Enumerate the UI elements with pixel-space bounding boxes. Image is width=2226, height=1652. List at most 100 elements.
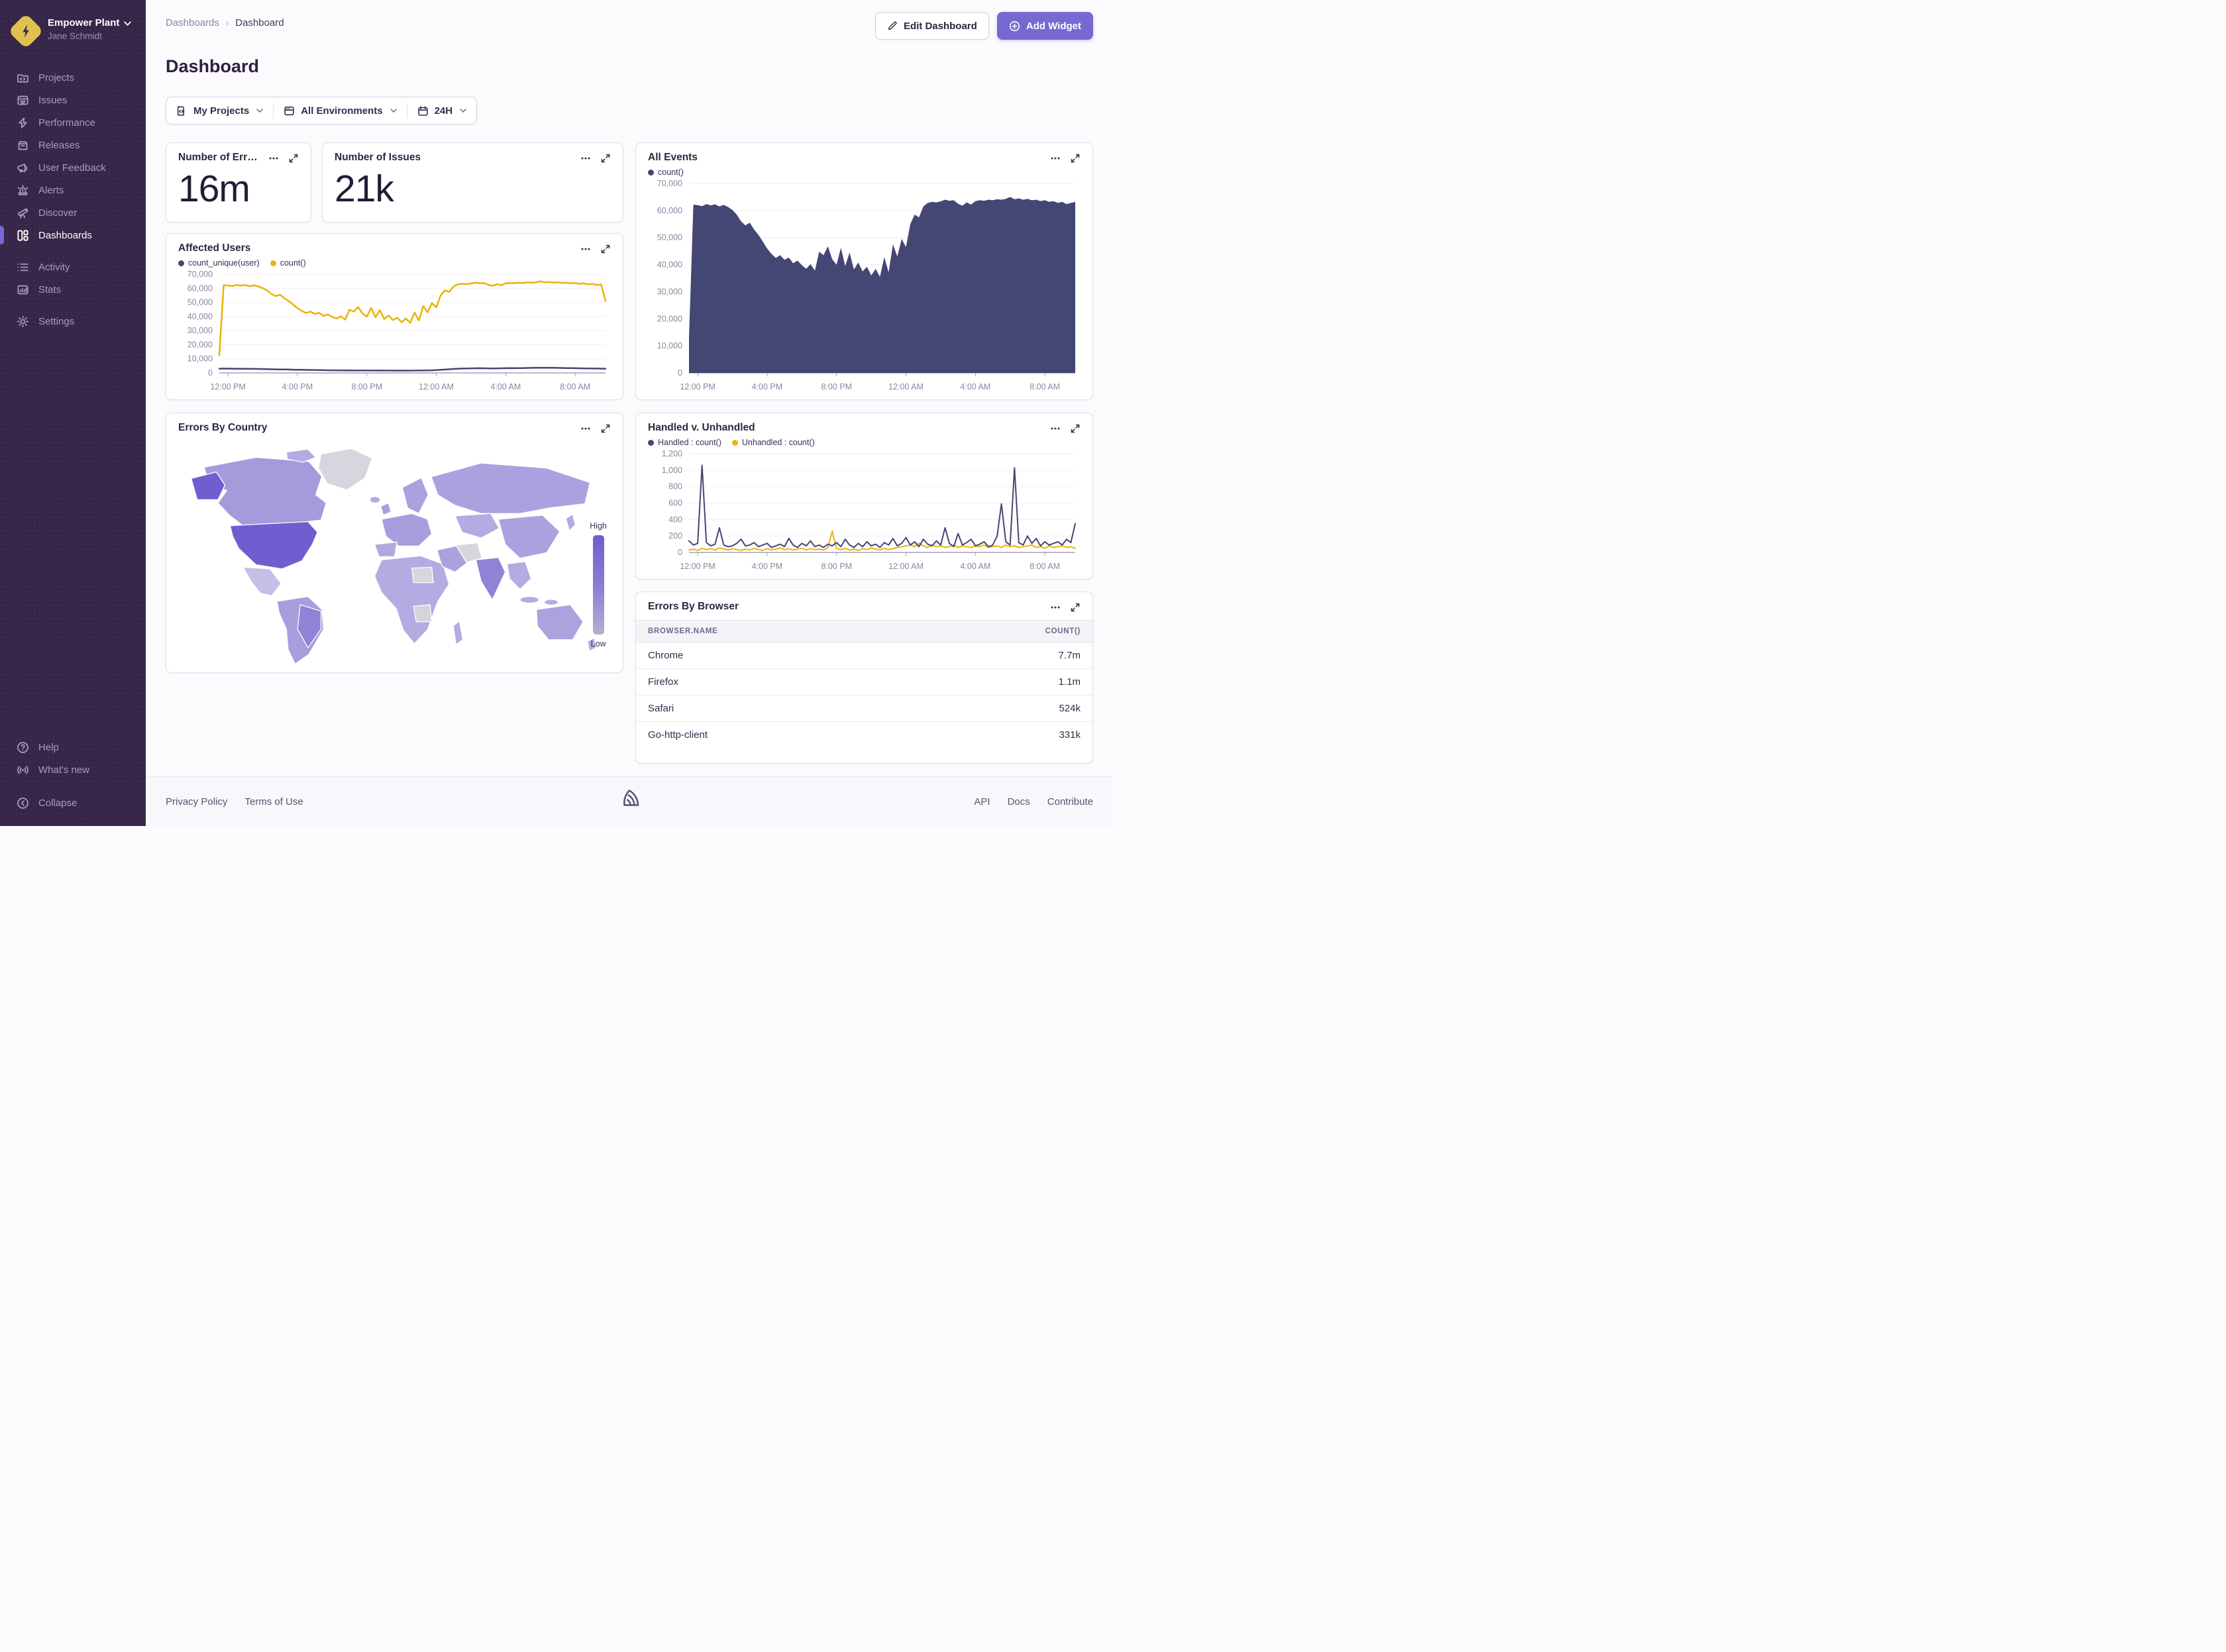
widget-expand-button[interactable]	[1070, 423, 1081, 434]
api-link[interactable]: API	[974, 796, 990, 807]
privacy-policy-link[interactable]: Privacy Policy	[166, 796, 227, 807]
svg-text:30,000: 30,000	[657, 287, 682, 296]
chevron-down-icon	[390, 109, 397, 113]
widget-expand-button[interactable]	[600, 153, 611, 164]
widget-expand-button[interactable]	[600, 244, 611, 254]
table-header: BROWSER.NAME COUNT()	[636, 620, 1092, 643]
sidebar-item-issues[interactable]: Issues	[0, 89, 146, 111]
widget-menu-button[interactable]	[1050, 153, 1061, 164]
svg-text:1,200: 1,200	[662, 449, 682, 458]
edit-dashboard-button[interactable]: Edit Dashboard	[875, 12, 989, 40]
sidebar-item-label: Settings	[38, 316, 74, 327]
legend-dot	[178, 260, 184, 266]
all-events-chart: 010,00020,00030,00040,00050,00060,00070,…	[648, 178, 1081, 393]
sidebar-item-alerts[interactable]: Alerts	[0, 179, 146, 201]
svg-text:12:00 AM: 12:00 AM	[419, 382, 454, 391]
svg-text:4:00 AM: 4:00 AM	[490, 382, 521, 391]
sidebar-item-discover[interactable]: Discover	[0, 201, 146, 224]
widget-expand-button[interactable]	[600, 423, 611, 434]
svg-text:60,000: 60,000	[657, 206, 682, 215]
widget-errors-by-country: Errors By Country	[166, 413, 623, 673]
chart-legend: Handled : count() Unhandled : count()	[648, 438, 1081, 447]
lightning-bolt-icon	[19, 24, 33, 38]
widget-value: 21k	[335, 170, 611, 208]
widget-menu-button[interactable]	[580, 244, 591, 254]
map-scale-legend: High Low	[590, 521, 607, 648]
column-browser-name: BROWSER.NAME	[648, 627, 717, 635]
svg-text:12:00 PM: 12:00 PM	[210, 382, 246, 391]
contribute-link[interactable]: Contribute	[1047, 796, 1093, 807]
collapse-icon	[16, 796, 29, 809]
widget-affected-users: Affected Users count_unique(user) count(…	[166, 233, 623, 400]
add-widget-button[interactable]: Add Widget	[997, 12, 1093, 40]
svg-text:0: 0	[208, 368, 213, 378]
sidebar-item-label: Performance	[38, 117, 95, 129]
svg-text:12:00 AM: 12:00 AM	[888, 562, 924, 571]
world-map-choropleth: High Low	[178, 438, 611, 666]
main-content: Dashboards › Dashboard Edit Dashboard	[146, 0, 1113, 826]
widget-title: Errors By Country	[178, 422, 267, 434]
docs-link[interactable]: Docs	[1008, 796, 1030, 807]
svg-text:20,000: 20,000	[657, 314, 682, 323]
user-name: Jane Schmidt	[48, 31, 131, 42]
svg-text:30,000: 30,000	[187, 326, 213, 335]
projects-filter[interactable]: My Projects	[166, 97, 273, 124]
svg-text:70,000: 70,000	[187, 270, 213, 279]
sidebar-item-whats-new[interactable]: What's new	[0, 758, 146, 781]
map-gradient-bar	[593, 535, 604, 635]
widget-expand-button[interactable]	[1070, 153, 1081, 164]
widget-menu-button[interactable]	[268, 153, 279, 164]
sidebar-item-dashboards[interactable]: Dashboards	[0, 224, 146, 246]
widget-menu-button[interactable]	[580, 423, 591, 434]
breadcrumb-current: Dashboard	[235, 17, 284, 28]
sidebar-item-activity[interactable]: Activity	[0, 256, 146, 278]
widget-title: Affected Users	[178, 242, 250, 254]
table-row[interactable]: Firefox1.1m	[636, 669, 1092, 696]
world-map	[178, 438, 611, 666]
environments-filter-icon	[284, 105, 295, 117]
widget-menu-button[interactable]	[580, 153, 591, 164]
widget-menu-button[interactable]	[1050, 602, 1061, 613]
svg-text:4:00 AM: 4:00 AM	[960, 562, 990, 571]
svg-text:10,000: 10,000	[657, 341, 682, 350]
svg-text:4:00 PM: 4:00 PM	[282, 382, 313, 391]
svg-text:4:00 PM: 4:00 PM	[752, 382, 783, 391]
environments-filter[interactable]: All Environments	[274, 97, 406, 124]
stats-icon	[16, 283, 29, 296]
table-row[interactable]: Chrome7.7m	[636, 643, 1092, 669]
errors-by-browser-body: Chrome7.7mFirefox1.1mSafari524kGo-http-c…	[636, 643, 1092, 748]
sidebar-item-user-feedback[interactable]: User Feedback	[0, 156, 146, 179]
table-row[interactable]: Safari524k	[636, 696, 1092, 722]
siren-icon	[16, 183, 29, 197]
sidebar-item-label: Dashboards	[38, 230, 92, 241]
svg-text:0: 0	[678, 548, 682, 557]
issues-icon	[16, 93, 29, 107]
widget-menu-button[interactable]	[1050, 423, 1061, 434]
time-range-filter[interactable]: 24H	[407, 97, 477, 124]
sidebar-item-releases[interactable]: Releases	[0, 134, 146, 156]
sidebar-item-label: Stats	[38, 284, 61, 295]
widget-number-of-errors: Number of Errors 16m	[166, 142, 311, 223]
chevron-down-icon	[124, 21, 131, 26]
sidebar-item-help[interactable]: Help	[0, 736, 146, 758]
org-switcher[interactable]: Empower Plant Jane Schmidt	[0, 11, 146, 44]
widget-title: Errors By Browser	[648, 601, 739, 613]
breadcrumb-dashboards-link[interactable]: Dashboards	[166, 17, 219, 28]
sidebar-item-performance[interactable]: Performance	[0, 111, 146, 134]
sidebar-collapse-button[interactable]: Collapse	[0, 792, 146, 814]
widget-expand-button[interactable]	[1070, 602, 1081, 613]
legend-dot	[648, 440, 654, 446]
sidebar-item-stats[interactable]: Stats	[0, 278, 146, 301]
sidebar-item-label: Alerts	[38, 185, 64, 196]
terms-of-use-link[interactable]: Terms of Use	[244, 796, 303, 807]
sidebar-item-projects[interactable]: Projects	[0, 66, 146, 89]
handled-v-unhandled-chart: 02004006008001,0001,20012:00 PM4:00 PM8:…	[648, 448, 1081, 572]
sidebar-item-settings[interactable]: Settings	[0, 310, 146, 333]
widget-errors-by-browser: Errors By Browser BROWSER.NAME COUNT()	[635, 592, 1093, 764]
svg-text:200: 200	[668, 531, 682, 541]
widget-expand-button[interactable]	[288, 153, 299, 164]
widget-title: Number of Issues	[335, 152, 421, 164]
org-logo	[8, 13, 44, 49]
table-row[interactable]: Go-http-client331k	[636, 722, 1092, 748]
svg-text:1,000: 1,000	[662, 466, 682, 475]
